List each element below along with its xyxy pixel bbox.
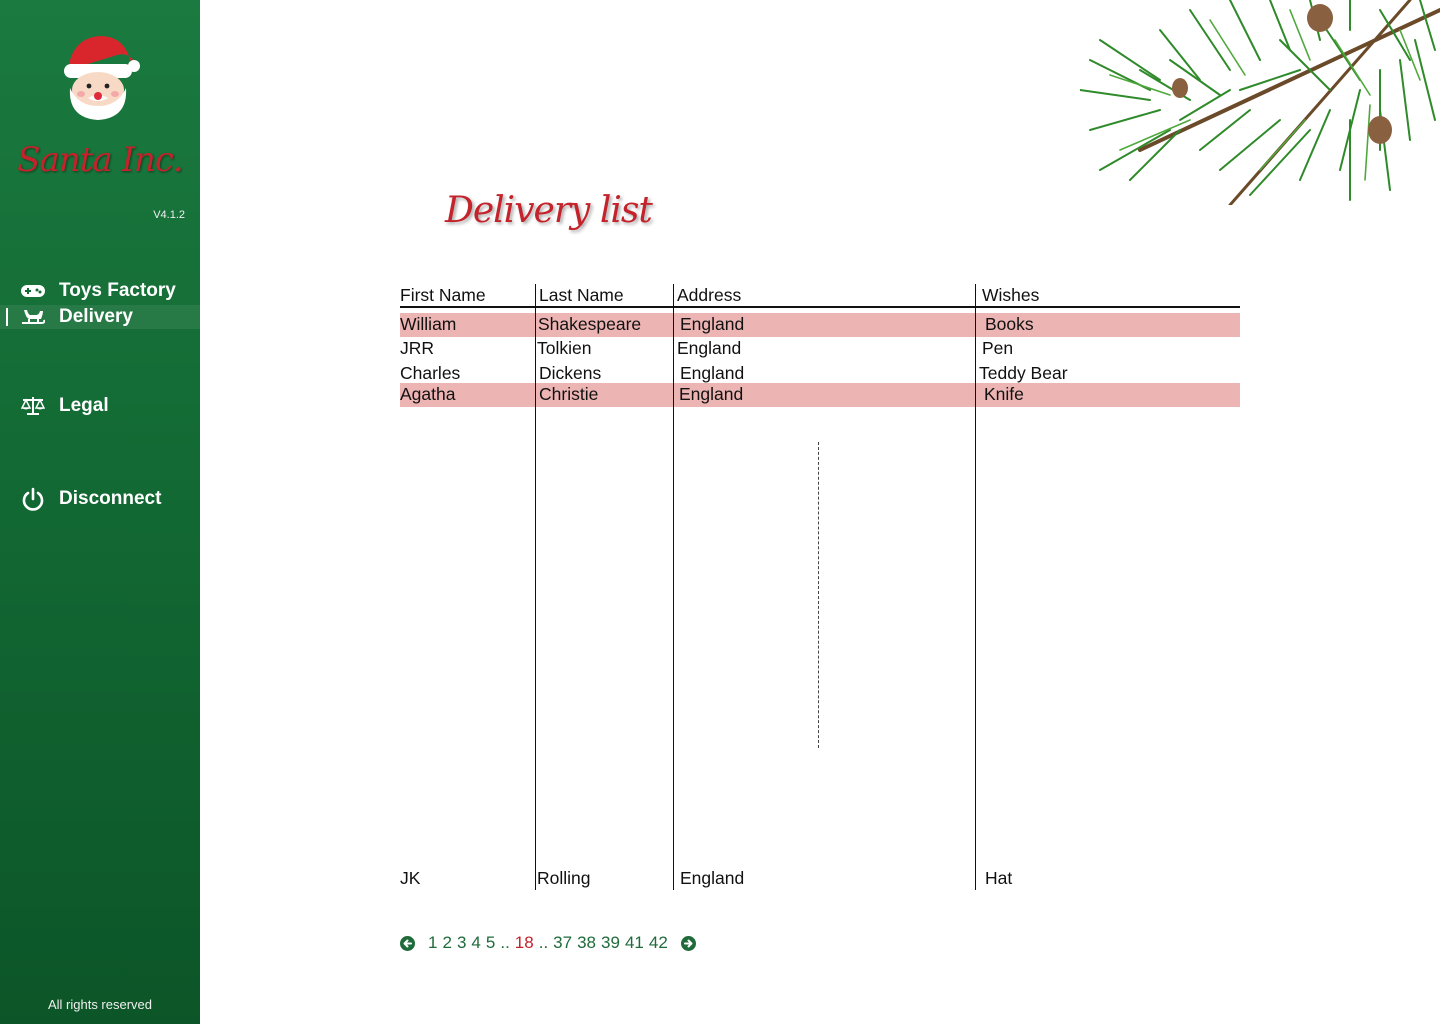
cell-last-name[interactable]: Shakespeare [538,313,641,335]
page-link[interactable]: 38 [577,933,596,953]
cell-wish[interactable]: Books [985,313,1034,335]
page-title: Delivery list [445,190,653,231]
cell-address[interactable]: England [677,337,741,359]
sleigh-icon [21,306,45,328]
header-rule [400,306,1240,308]
nav-label: Delivery [59,306,133,327]
footer-text: All rights reserved [47,997,153,1012]
scale-icon [21,395,45,417]
cell-address[interactable]: England [680,867,744,889]
nav-toys-factory[interactable]: Toys Factory [0,279,200,303]
page-link[interactable]: 39 [601,933,620,953]
column-divider [673,284,674,890]
nav-label: Disconnect [59,488,162,509]
nav-label: Legal [59,395,109,416]
delivery-table: First Name Last Name Address Wishes Will… [400,280,1240,890]
cell-first-name[interactable]: Agatha [400,383,455,405]
cell-first-name[interactable]: JK [400,867,420,889]
page-link[interactable]: 1 [428,933,437,953]
pine-branch-decoration [1080,0,1440,205]
arrow-left-icon[interactable] [400,935,415,951]
cell-wish[interactable]: Pen [982,337,1013,359]
cell-first-name[interactable]: Charles [400,362,460,384]
page-ellipsis: .. [538,933,549,952]
page-link[interactable]: 3 [457,933,466,953]
cell-address[interactable]: England [680,362,744,384]
page-link[interactable]: 18 [515,933,534,953]
cell-last-name[interactable]: Christie [539,383,598,405]
nav-disconnect[interactable]: Disconnect [0,487,200,511]
power-icon [21,487,45,511]
dotted-divider [818,442,819,748]
cell-last-name[interactable]: Dickens [539,362,601,384]
row-highlight [400,383,1240,407]
cell-address[interactable]: England [679,383,743,405]
nav-legal[interactable]: Legal [0,394,200,418]
cell-wish[interactable]: Teddy Bear [979,362,1068,384]
cell-first-name[interactable]: William [400,313,456,335]
cell-first-name[interactable]: JRR [400,337,434,359]
cell-wish[interactable]: Hat [985,867,1012,889]
gamepad-icon [21,280,45,302]
column-header-first-name[interactable]: First Name [400,284,486,306]
page-link[interactable]: 5 [486,933,495,953]
cell-last-name[interactable]: Tolkien [537,337,591,359]
column-divider [975,284,976,890]
brand-name: Santa Inc. [17,140,183,180]
arrow-right-icon[interactable] [680,935,696,951]
column-divider [535,284,536,890]
page-link[interactable]: 37 [553,933,572,953]
page-link[interactable]: 4 [471,933,480,953]
nav-label: Toys Factory [59,280,176,301]
page-link[interactable]: 42 [649,933,668,953]
cell-last-name[interactable]: Rolling [537,867,591,889]
cell-wish[interactable]: Knife [984,383,1024,405]
nav-delivery[interactable]: Delivery [0,305,200,329]
sidebar: Santa Inc. V4.1.2 Toys Factory Delivery … [0,0,200,1024]
page-list: 1 2 3 4 5.. 18.. 37 38 39 41 42 [428,933,668,953]
page-ellipsis: .. [500,933,510,952]
page-link[interactable]: 41 [625,933,644,953]
column-header-last-name[interactable]: Last Name [539,284,624,306]
santa-logo [64,36,140,120]
column-header-address[interactable]: Address [677,284,741,306]
column-header-wishes[interactable]: Wishes [982,284,1039,306]
version-label: V4.1.2 [153,209,185,221]
pagination: 1 2 3 4 5.. 18.. 37 38 39 41 42 [400,932,696,954]
page-link[interactable]: 2 [442,933,451,953]
cell-address[interactable]: England [680,313,744,335]
row-highlight [400,313,1240,337]
